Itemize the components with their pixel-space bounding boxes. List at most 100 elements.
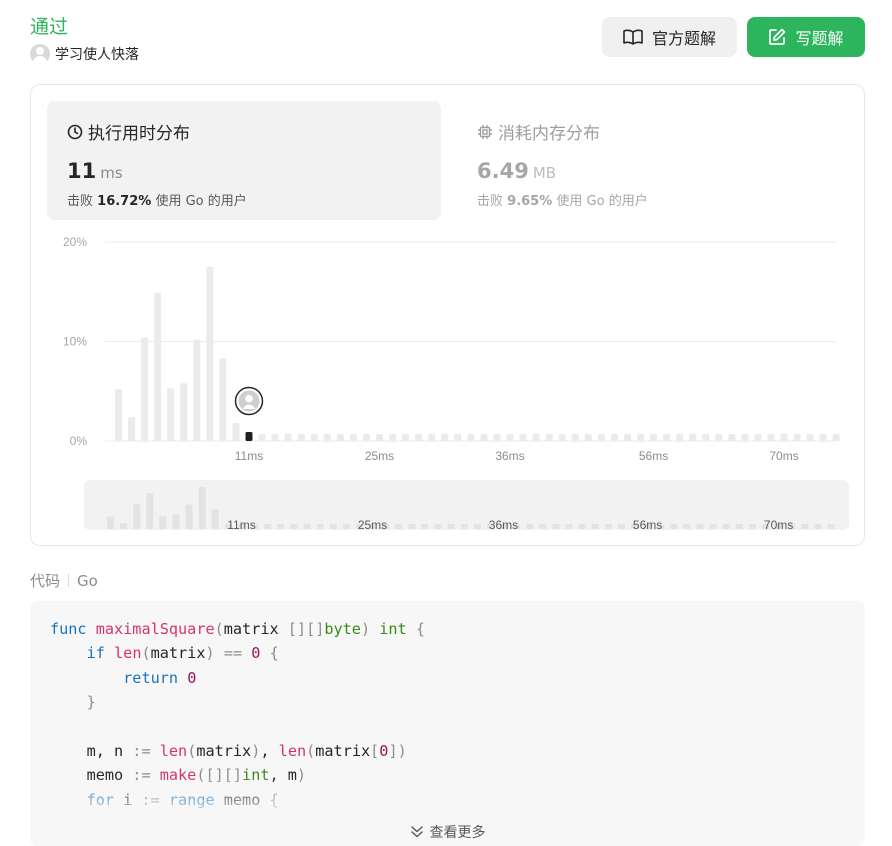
bar xyxy=(793,434,801,441)
overview-bar xyxy=(460,524,468,529)
overview-bar xyxy=(748,524,756,529)
bar xyxy=(741,434,749,441)
bar xyxy=(623,434,631,441)
book-open-icon xyxy=(623,29,643,45)
x-tick-label: 36ms xyxy=(495,449,524,463)
bar xyxy=(702,434,710,441)
bar xyxy=(767,434,775,441)
bar xyxy=(610,434,618,441)
overview-tick-label: 11ms xyxy=(227,518,255,532)
bar xyxy=(402,434,410,441)
bar xyxy=(193,339,201,441)
overview-bar xyxy=(722,524,730,529)
runtime-distribution-chart: 20% 10% 0% 11ms 25ms 36ms 56ms 70ms 11ms 25ms 36ms… xyxy=(63,235,849,532)
bar xyxy=(154,292,162,441)
bar xyxy=(428,434,436,441)
bar xyxy=(310,434,318,441)
bar xyxy=(362,434,370,441)
bar xyxy=(297,434,305,441)
x-tick-label: 11ms xyxy=(235,449,263,463)
bar xyxy=(637,434,644,441)
code-label: 代码 xyxy=(30,572,61,590)
write-solution-label: 写题解 xyxy=(795,29,844,48)
overview-bar xyxy=(395,524,403,529)
bar xyxy=(506,434,514,441)
overview-bar xyxy=(159,516,167,529)
bar xyxy=(141,337,149,441)
bar xyxy=(819,434,827,441)
bar xyxy=(558,434,566,441)
overview-bar xyxy=(185,504,193,529)
y-tick-label: 20% xyxy=(63,235,87,249)
overview-tick-label: 56ms xyxy=(633,518,662,532)
overview-bar xyxy=(277,524,285,529)
show-more-button[interactable]: 查看更多 xyxy=(30,822,865,842)
bar xyxy=(180,383,188,441)
bar xyxy=(715,434,723,441)
write-solution-button[interactable]: 写题解 xyxy=(747,17,865,57)
overview-bar xyxy=(814,524,822,529)
bar xyxy=(128,417,136,441)
overview-bar xyxy=(408,524,416,529)
bar xyxy=(454,434,462,441)
overview-bar xyxy=(670,524,678,529)
user-avatar-marker xyxy=(234,386,264,416)
bar xyxy=(532,434,540,441)
bar xyxy=(754,434,762,441)
bar xyxy=(597,434,605,441)
overview-bar xyxy=(434,524,442,529)
overview-tick-label: 25ms xyxy=(358,518,387,532)
bar xyxy=(258,434,266,441)
bar xyxy=(206,266,214,441)
bar xyxy=(115,389,122,441)
overview-bar xyxy=(604,524,612,529)
double-chevron-down-icon xyxy=(410,826,423,838)
overview-bar xyxy=(264,524,272,529)
bar xyxy=(806,434,814,441)
overview-bar xyxy=(591,524,599,529)
overview-bar xyxy=(316,524,324,529)
official-solution-label: 官方题解 xyxy=(651,29,716,48)
bar xyxy=(650,434,658,441)
overview-bar xyxy=(342,524,350,529)
bar xyxy=(232,423,240,441)
x-tick-label: 70ms xyxy=(769,449,798,463)
bar xyxy=(676,434,684,441)
bar xyxy=(519,434,527,441)
bar xyxy=(284,434,292,441)
avatar xyxy=(30,44,50,64)
overview-bar xyxy=(290,524,298,529)
code-block: func maximalSquare(matrix [][]byte) int … xyxy=(30,601,865,846)
overview-bar xyxy=(107,516,114,529)
overview-bar xyxy=(578,524,586,529)
bar xyxy=(584,434,592,441)
bar xyxy=(271,434,279,441)
bar xyxy=(728,434,736,441)
overview-bar xyxy=(709,524,717,529)
official-solution-button[interactable]: 官方题解 xyxy=(602,17,737,57)
overview-bar xyxy=(303,524,311,529)
overview-bar xyxy=(447,524,455,529)
bar xyxy=(219,358,227,441)
bar xyxy=(336,434,344,441)
bar xyxy=(167,388,175,441)
overview-bar xyxy=(539,524,547,529)
y-tick-label: 0% xyxy=(70,434,88,448)
overview-bar xyxy=(683,524,691,529)
overview-bar xyxy=(552,524,560,529)
overview-bar xyxy=(565,524,573,529)
overview-bar xyxy=(198,487,206,529)
overview-bar xyxy=(617,524,625,529)
bar xyxy=(389,434,397,441)
submission-status: 通过 xyxy=(30,16,69,38)
show-more-label: 查看更多 xyxy=(429,825,486,841)
divider xyxy=(68,574,70,587)
code-language: Go xyxy=(77,571,98,590)
overview-tick-label: 70ms xyxy=(764,518,793,532)
author[interactable]: 学习使人快落 xyxy=(30,44,139,64)
bar xyxy=(689,434,697,441)
overview-bar xyxy=(801,524,809,529)
overview-bar xyxy=(120,523,128,529)
performance-card: 执行用时分布 11 ms 击败 16.72% 使用 Go 的用户 消耗内存分布 6… xyxy=(30,84,865,546)
bar xyxy=(832,434,840,441)
